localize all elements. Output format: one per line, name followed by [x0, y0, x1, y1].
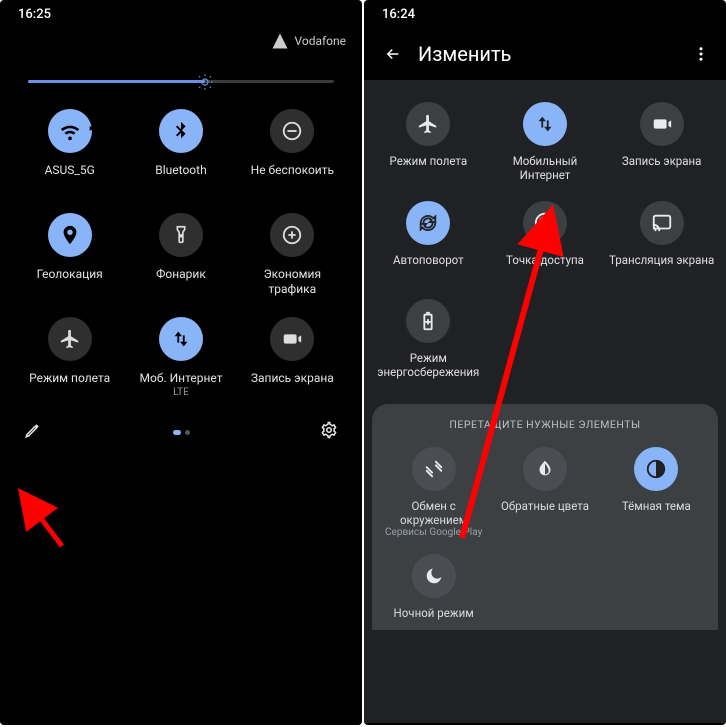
battery-saver-icon — [406, 299, 450, 343]
edit-button[interactable] — [24, 421, 42, 443]
data-saver-icon — [270, 213, 314, 257]
tile-bluetooth[interactable]: Bluetooth — [125, 103, 236, 199]
status-bar: 16:25 — [0, 0, 362, 28]
tile-label: Тёмная тема — [622, 499, 691, 513]
tile-label: Обратные цвета — [501, 499, 589, 513]
airplane-icon — [48, 317, 92, 361]
tile-label: Фонарик — [156, 267, 206, 297]
tile-data-saver[interactable]: Экономия трафика — [237, 207, 348, 303]
invert-colors-icon — [523, 447, 567, 491]
tile-label: Режим энергосбережения — [372, 351, 485, 380]
phone-right: 16:24 Изменить Режим полета Мобильный Ин… — [364, 0, 726, 725]
auto-rotate-icon — [406, 201, 450, 245]
edit-tile-battery-saver[interactable]: Режим энергосбережения — [370, 295, 487, 384]
cast-icon — [640, 201, 684, 245]
pencil-icon — [24, 421, 42, 439]
edit-tile-airplane[interactable]: Режим полета — [370, 98, 487, 187]
drag-hint: ПЕРЕТАЩИТЕ НУЖНЫЕ ЭЛЕМЕНТЫ — [378, 418, 712, 431]
tile-label: Мобильный Интернет — [489, 154, 602, 183]
brightness-slider[interactable] — [6, 64, 356, 93]
page-indicator — [173, 430, 190, 435]
status-time: 16:24 — [382, 7, 708, 22]
arrow-left-icon — [384, 45, 402, 63]
edit-tile-nearby-share[interactable]: Обмен с окружениемСервисы Google Play — [378, 443, 489, 544]
wifi-icon: ▸ — [48, 109, 92, 153]
quick-settings-panel: ▸ ASUS_5G Bluetooth Не беспокоить — [6, 56, 356, 459]
tile-label: Не беспокоить — [251, 163, 334, 193]
network-row: Vodafone — [0, 28, 362, 52]
dark-theme-icon — [634, 447, 678, 491]
tile-mobile-data[interactable]: Моб. Интернет LTE — [125, 311, 236, 407]
edit-header: Изменить — [364, 28, 726, 80]
brightness-icon[interactable] — [194, 71, 216, 93]
location-icon — [48, 213, 92, 257]
available-tiles-zone: ПЕРЕТАЩИТЕ НУЖНЫЕ ЭЛЕМЕНТЫ Обмен с окруж… — [372, 404, 718, 631]
bluetooth-icon — [159, 109, 203, 153]
edit-tile-cast[interactable]: Трансляция экрана — [603, 197, 720, 285]
slider-track — [28, 80, 334, 83]
edit-body: Режим полета Мобильный Интернет Запись э… — [364, 80, 726, 723]
tile-label: Автоповорот — [393, 253, 464, 281]
edit-tile-dark-theme[interactable]: Тёмная тема — [601, 443, 712, 544]
mobile-data-icon — [159, 317, 203, 361]
panel-footer — [6, 411, 356, 445]
dnd-icon — [270, 109, 314, 153]
flashlight-icon — [159, 213, 203, 257]
active-tiles-grid: Режим полета Мобильный Интернет Запись э… — [364, 88, 726, 398]
tile-location[interactable]: Геолокация — [14, 207, 125, 303]
edit-tile-screen-record[interactable]: Запись экрана — [603, 98, 720, 187]
edit-tile-hotspot[interactable]: Точка доступа — [487, 197, 604, 285]
wallpaper — [0, 525, 362, 725]
tile-label: Точка доступа — [506, 253, 584, 281]
tile-label: Геолокация — [37, 267, 103, 297]
nearby-share-icon — [412, 447, 456, 491]
tile-label: Режим полета — [29, 371, 110, 401]
screen-record-icon — [270, 317, 314, 361]
tile-screen-record[interactable]: Запись экрана — [237, 311, 348, 407]
status-time: 16:25 — [18, 7, 344, 22]
phone-left: 16:25 Vodafone ▸ ASUS_5G — [0, 0, 362, 725]
more-vert-icon — [692, 45, 710, 63]
tile-label: Экономия трафика — [239, 267, 346, 297]
back-button[interactable] — [378, 45, 408, 63]
edit-tile-night-light[interactable]: Ночной режим — [378, 550, 489, 624]
airplane-icon — [406, 102, 450, 146]
status-bar: 16:24 — [364, 0, 726, 28]
tile-wifi[interactable]: ▸ ASUS_5G — [14, 103, 125, 199]
carrier-label: Vodafone — [294, 34, 346, 48]
tile-label: Режим полета — [390, 154, 468, 182]
tile-dnd[interactable]: Не беспокоить — [237, 103, 348, 199]
tile-label: Bluetooth — [155, 163, 206, 193]
tile-label: Трансляция экрана — [609, 253, 714, 281]
tile-label: Запись экрана — [251, 371, 334, 401]
gear-icon — [320, 421, 338, 439]
signal-icon — [271, 32, 289, 50]
tile-label: Запись экрана — [622, 154, 701, 182]
edit-tile-invert-colors[interactable]: Обратные цвета — [489, 443, 600, 544]
slider-fill — [28, 80, 205, 83]
hotspot-icon — [523, 201, 567, 245]
mobile-data-icon — [523, 102, 567, 146]
tiles-grid: ▸ ASUS_5G Bluetooth Не беспокоить — [6, 93, 356, 411]
tile-flashlight[interactable]: Фонарик — [125, 207, 236, 303]
settings-button[interactable] — [320, 421, 338, 443]
edit-tile-auto-rotate[interactable]: Автоповорот — [370, 197, 487, 285]
page-title: Изменить — [408, 42, 686, 66]
tile-label: Обмен с окружениемСервисы Google Play — [380, 499, 487, 540]
tile-label: Моб. Интернет LTE — [140, 371, 223, 401]
night-light-icon — [412, 554, 456, 598]
tile-label: Ночной режим — [394, 606, 474, 620]
more-button[interactable] — [686, 45, 716, 63]
tile-label: ASUS_5G — [45, 163, 95, 193]
edit-tile-mobile-data[interactable]: Мобильный Интернет — [487, 98, 604, 187]
tile-airplane[interactable]: Режим полета — [14, 311, 125, 407]
screen-record-icon — [640, 102, 684, 146]
available-tiles-grid: Обмен с окружениемСервисы Google Play Об… — [378, 443, 712, 625]
